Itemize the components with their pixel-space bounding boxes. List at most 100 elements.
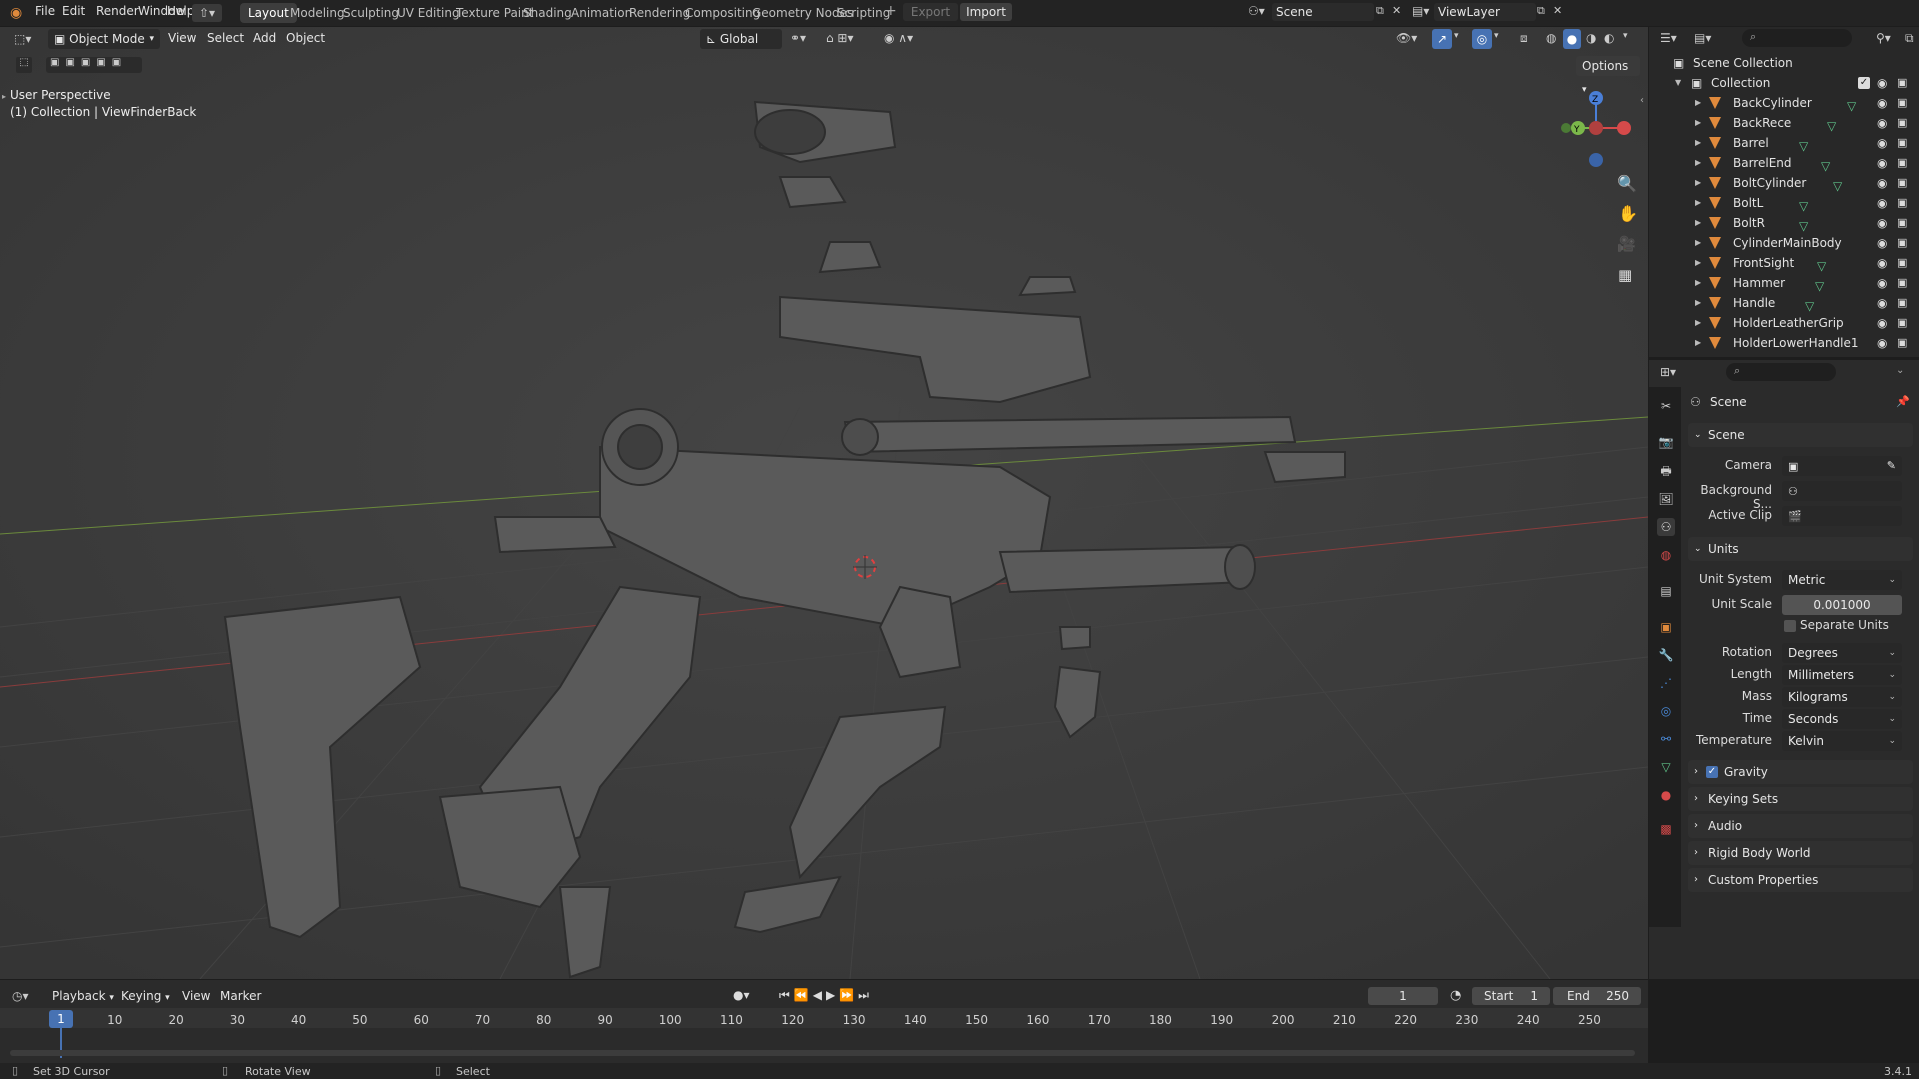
zoom-icon[interactable]: 🔍 — [1617, 174, 1637, 193]
camera-icon[interactable]: ▣ — [1897, 173, 1907, 193]
expand-triangle-icon[interactable]: ▶ — [1695, 113, 1701, 133]
outliner-collection[interactable]: ▼ ▣ Collection ✓ ◉ ▣ — [1649, 73, 1919, 93]
filter-icon[interactable]: ⚲▾ — [1876, 31, 1891, 45]
expand-triangle-icon[interactable]: ▶ — [1695, 233, 1701, 253]
outliner-search-input[interactable]: ⌕ — [1742, 29, 1852, 47]
audio-panel-header[interactable]: › Audio — [1688, 814, 1913, 838]
exclude-checkbox[interactable]: ✓ — [1858, 77, 1870, 89]
overlay-chevron-icon[interactable]: ▾ — [1494, 31, 1499, 41]
menu-object[interactable]: Object — [286, 31, 325, 45]
outliner-item[interactable]: ▶ BackRece ▽ ◉ ▣ — [1649, 113, 1919, 133]
navigation-gizmo[interactable]: Z Y — [1556, 86, 1636, 176]
eye-icon[interactable]: ◉ — [1877, 93, 1887, 113]
physics-tab-icon[interactable]: ◎ — [1657, 702, 1675, 720]
gravity-checkbox[interactable]: ✓ — [1706, 766, 1718, 778]
display-mode-icon[interactable]: ▤▾ — [1694, 31, 1711, 45]
camera-icon[interactable]: ▣ — [1897, 333, 1907, 353]
eye-icon[interactable]: ◉ — [1877, 333, 1887, 353]
outliner-item[interactable]: ▶ BoltR ▽ ◉ ▣ — [1649, 213, 1919, 233]
camera-icon[interactable]: ▣ — [1897, 93, 1907, 113]
delete-scene-icon[interactable]: ✕ — [1392, 4, 1401, 17]
expand-triangle-icon[interactable]: ▶ — [1695, 133, 1701, 153]
mode-dropdown[interactable]: ▣ Object Mode ▾ — [48, 29, 160, 49]
chevron-down-icon[interactable]: ⌄ — [1896, 365, 1904, 376]
new-scene-icon[interactable]: ⧉ — [1376, 4, 1384, 18]
rendered-shading-icon[interactable]: ◐ — [1604, 31, 1614, 45]
expand-triangle-icon[interactable]: ▼ — [1675, 73, 1681, 93]
start-frame-field[interactable]: Start 1 — [1472, 987, 1550, 1005]
view-layer-field[interactable]: ViewLayer — [1434, 3, 1536, 21]
eye-icon[interactable]: ◉ — [1877, 233, 1887, 253]
expand-triangle-icon[interactable]: ▶ — [1695, 193, 1701, 213]
menu-render[interactable]: Render — [96, 4, 139, 18]
camera-icon[interactable]: ▣ — [1897, 193, 1907, 213]
eye-icon[interactable]: ◉ — [1877, 193, 1887, 213]
menu-playback[interactable]: Playback ▾ — [52, 989, 114, 1003]
outliner-editor-icon[interactable]: ☰▾ — [1660, 31, 1677, 45]
camera-icon[interactable]: ▣ — [1897, 293, 1907, 313]
properties-editor-icon[interactable]: ⊞▾ — [1660, 365, 1676, 379]
output-tab-icon[interactable]: 🖶 — [1657, 462, 1675, 480]
menu-marker[interactable]: Marker — [220, 989, 261, 1003]
gizmo-chevron-icon[interactable]: ▾ — [1454, 31, 1459, 41]
eye-icon[interactable]: ◉ — [1877, 153, 1887, 173]
expand-triangle-icon[interactable]: ▶ — [1695, 333, 1701, 353]
menu-keying[interactable]: Keying ▾ — [121, 989, 170, 1003]
length-dropdown[interactable]: Millimeters ⌄ — [1782, 665, 1902, 685]
camera-field[interactable]: ▣ ✎ — [1782, 456, 1902, 476]
rotation-dropdown[interactable]: Degrees ⌄ — [1782, 643, 1902, 663]
ortho-grid-icon[interactable]: ▦ — [1618, 266, 1632, 284]
expand-triangle-icon[interactable]: ▶ — [1695, 173, 1701, 193]
gizmo-toggle-icon[interactable]: ↗ — [1432, 29, 1452, 49]
menu-file[interactable]: File — [35, 4, 55, 18]
current-frame-field[interactable]: 1 — [1368, 987, 1438, 1005]
outliner-item[interactable]: ▶ CylinderMainBody ◉ ▣ — [1649, 233, 1919, 253]
timeline-editor-icon[interactable]: ◷▾ — [12, 989, 29, 1003]
camera-icon[interactable]: ▣ — [1897, 153, 1907, 173]
tool-select-icon[interactable]: ⬚ — [16, 57, 32, 73]
outliner-item[interactable]: ▶ BarrelEnd ▽ ◉ ▣ — [1649, 153, 1919, 173]
camera-icon[interactable]: ▣ — [1897, 313, 1907, 333]
eye-icon[interactable]: ◉ — [1877, 113, 1887, 133]
outliner-item[interactable]: ▶ BoltCylinder ▽ ◉ ▣ — [1649, 173, 1919, 193]
menu-select[interactable]: Select — [207, 31, 244, 45]
outliner-item[interactable]: ▶ FrontSight ▽ ◉ ▣ — [1649, 253, 1919, 273]
particles-tab-icon[interactable]: ⋰ — [1657, 674, 1675, 692]
camera-icon[interactable]: ▣ — [1897, 253, 1907, 273]
import-button[interactable]: Import — [960, 3, 1012, 21]
transform-orientation-dropdown[interactable]: ⊾ Global — [700, 29, 782, 49]
xray-icon[interactable]: ⧈ — [1520, 31, 1528, 46]
pan-hand-icon[interactable]: ✋ — [1618, 204, 1638, 223]
texture-tab-icon[interactable]: ▩ — [1657, 820, 1675, 838]
expand-triangle-icon[interactable]: ▶ — [1695, 153, 1701, 173]
selection-mode-icons[interactable]: ▣▣▣▣▣ — [46, 57, 142, 73]
playback-controls-icon[interactable]: ⏮⏪◀▶⏩⏭ — [779, 988, 873, 1003]
eye-icon[interactable]: ◉ — [1877, 133, 1887, 153]
scene-panel-header[interactable]: ⌄ Scene — [1688, 423, 1913, 447]
unit-system-dropdown[interactable]: Metric ⌄ — [1782, 570, 1902, 590]
tool-tab-icon[interactable]: ✂ — [1657, 397, 1675, 415]
scene-selector-icon[interactable]: ⚇▾ — [1248, 4, 1265, 18]
object-tab-icon[interactable]: ▣ — [1657, 618, 1675, 636]
time-dropdown[interactable]: Seconds ⌄ — [1782, 709, 1902, 729]
menu-add[interactable]: Add — [253, 31, 276, 45]
expand-triangle-icon[interactable]: ▶ — [1695, 293, 1701, 313]
playhead[interactable]: 1 — [49, 1010, 73, 1028]
mass-dropdown[interactable]: Kilograms ⌄ — [1782, 687, 1902, 707]
rigid-body-world-panel-header[interactable]: › Rigid Body World — [1688, 841, 1913, 865]
custom-properties-panel-header[interactable]: › Custom Properties — [1688, 868, 1913, 892]
solid-shading-icon[interactable]: ● — [1563, 29, 1581, 49]
outliner-item[interactable]: ▶ BoltL ▽ ◉ ▣ — [1649, 193, 1919, 213]
menu-edit[interactable]: Edit — [62, 4, 85, 18]
active-clip-field[interactable]: 🎬 — [1782, 506, 1902, 526]
eyedropper-icon[interactable]: ✎ — [1887, 456, 1896, 476]
eye-icon[interactable]: ◉ — [1877, 313, 1887, 333]
keying-sets-panel-header[interactable]: › Keying Sets — [1688, 787, 1913, 811]
outliner-item[interactable]: ▶ Handle ▽ ◉ ▣ — [1649, 293, 1919, 313]
menu-timeline-view[interactable]: View — [182, 989, 210, 1003]
3d-viewport[interactable] — [0, 27, 1648, 979]
outliner-scene-collection[interactable]: ▣ Scene Collection — [1649, 53, 1919, 73]
expand-triangle-icon[interactable]: ▶ — [1695, 273, 1701, 293]
outliner-item[interactable]: ▶ Hammer ▽ ◉ ▣ — [1649, 273, 1919, 293]
units-panel-header[interactable]: ⌄ Units — [1688, 537, 1913, 561]
